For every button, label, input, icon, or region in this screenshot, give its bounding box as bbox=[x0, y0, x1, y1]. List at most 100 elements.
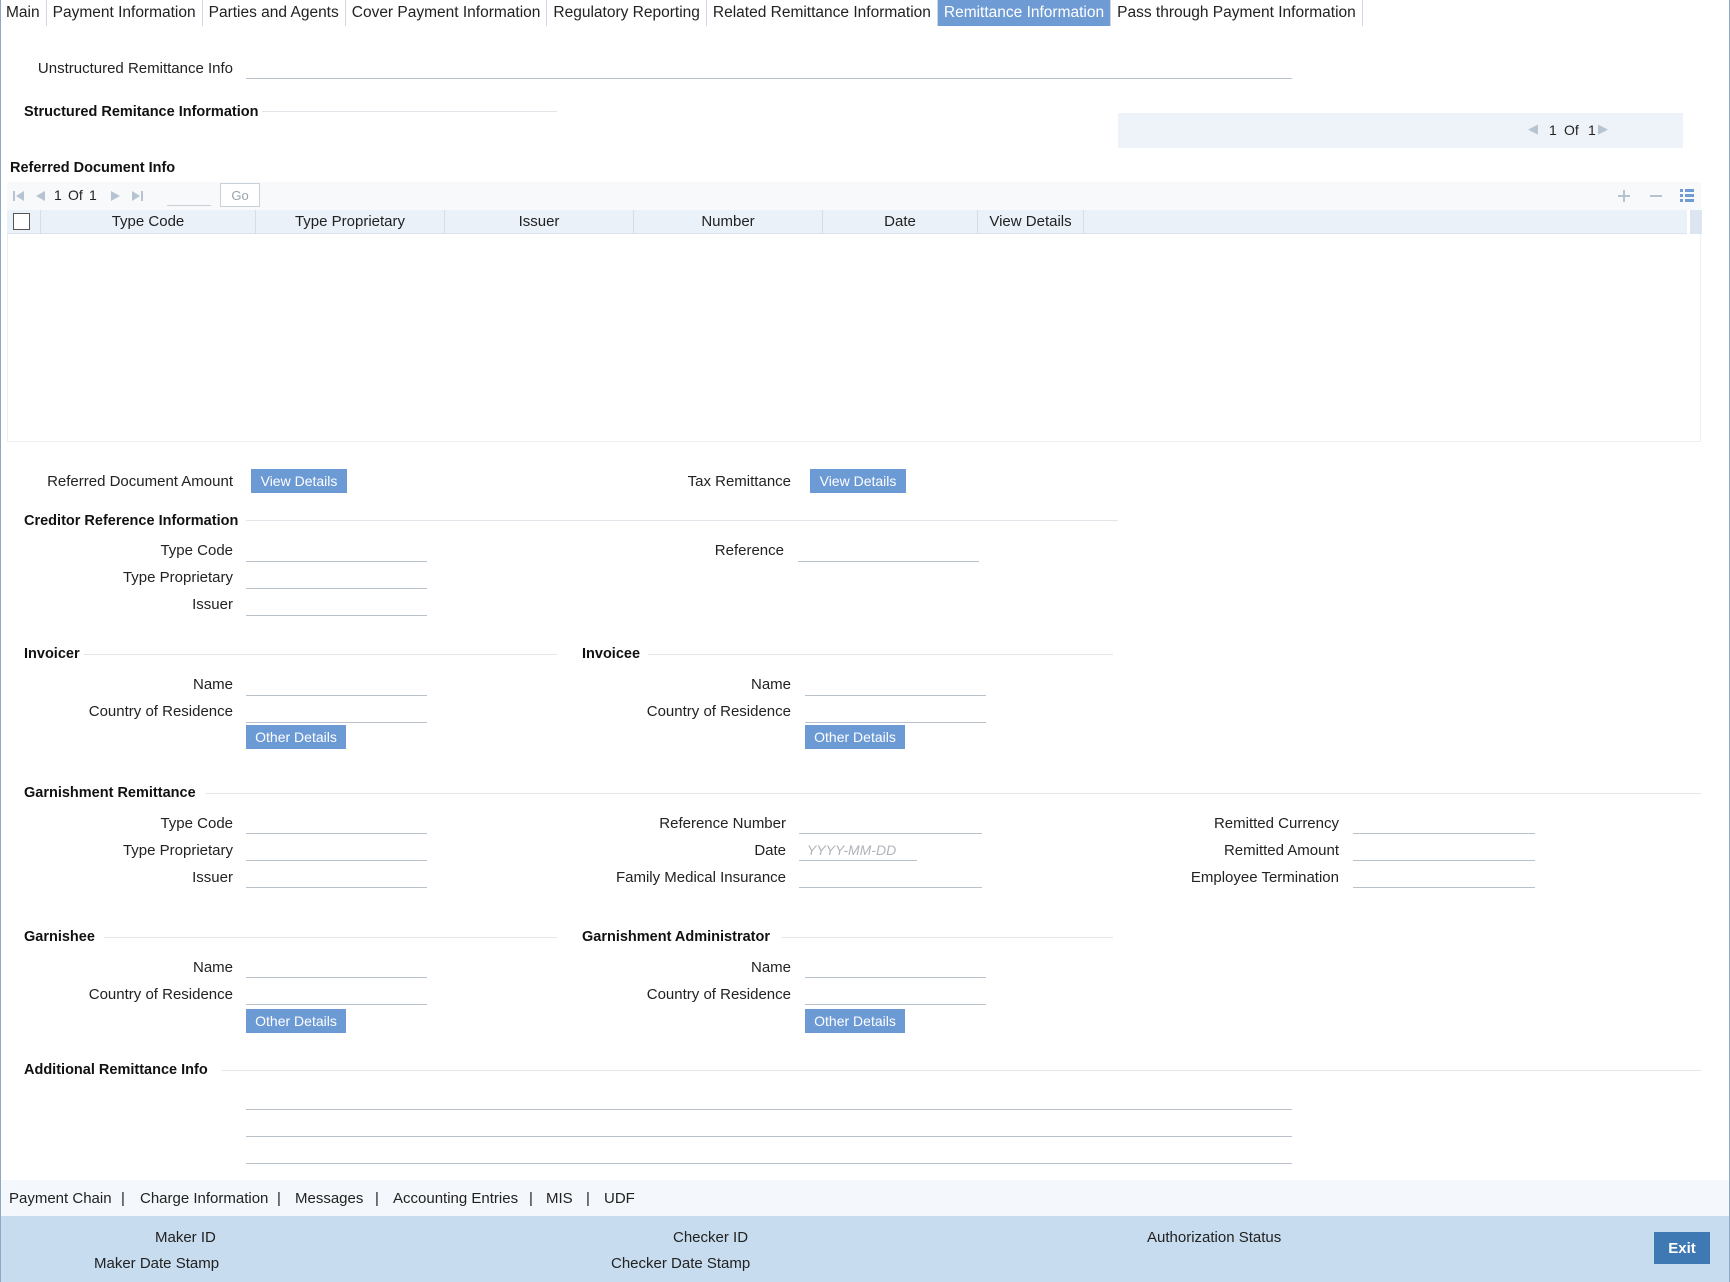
column-header-view-details[interactable]: View Details bbox=[978, 210, 1084, 234]
exit-button[interactable]: Exit bbox=[1654, 1232, 1710, 1264]
next-page-icon[interactable] bbox=[109, 189, 123, 203]
creditor-reference-input[interactable] bbox=[798, 540, 979, 562]
link-charge-information[interactable]: Charge Information bbox=[140, 1190, 268, 1207]
invoicee-country-label: Country of Residence bbox=[646, 703, 791, 720]
creditor-type-proprietary-input[interactable] bbox=[246, 567, 427, 589]
unstructured-remittance-input[interactable] bbox=[246, 57, 1292, 79]
column-header-type-proprietary[interactable]: Type Proprietary bbox=[256, 210, 445, 234]
delete-row-icon[interactable] bbox=[1649, 189, 1663, 203]
garnishee-country-input[interactable] bbox=[246, 983, 427, 1005]
column-settings-icon[interactable] bbox=[1679, 187, 1695, 203]
tab-related-remittance-information[interactable]: Related Remittance Information bbox=[707, 0, 938, 26]
administrator-country-label: Country of Residence bbox=[646, 986, 791, 1003]
garnishment-date-label: Date bbox=[754, 842, 786, 859]
previous-page-icon[interactable] bbox=[33, 189, 47, 203]
invoicer-name-input[interactable] bbox=[246, 674, 427, 696]
garnishment-issuer-label: Issuer bbox=[192, 869, 233, 886]
garnishment-family-medical-input[interactable] bbox=[799, 866, 982, 888]
section-divider bbox=[648, 654, 1113, 655]
garnishment-reference-number-input[interactable] bbox=[799, 812, 982, 834]
garnishment-date-input[interactable] bbox=[799, 839, 917, 861]
section-divider bbox=[84, 654, 557, 655]
grid-pager-of: Of bbox=[68, 187, 83, 203]
invoicer-other-details-button[interactable]: Other Details bbox=[246, 725, 346, 749]
select-all-checkbox[interactable] bbox=[13, 213, 30, 230]
administrator-country-input[interactable] bbox=[805, 983, 986, 1005]
employee-termination-input[interactable] bbox=[1353, 866, 1535, 888]
tab-remittance-information[interactable]: Remittance Information bbox=[937, 0, 1112, 26]
link-separator: | bbox=[121, 1190, 125, 1207]
invoicee-name-input[interactable] bbox=[805, 674, 986, 696]
section-divider bbox=[104, 937, 557, 938]
grid-body bbox=[7, 234, 1701, 442]
garnishment-type-code-label: Type Code bbox=[160, 815, 233, 832]
tab-parties-and-agents[interactable]: Parties and Agents bbox=[203, 0, 346, 26]
link-messages[interactable]: Messages bbox=[295, 1190, 363, 1207]
tab-payment-information[interactable]: Payment Information bbox=[47, 0, 203, 26]
invoicee-country-input[interactable] bbox=[805, 701, 986, 723]
grid-header: Type Code Type Proprietary Issuer Number… bbox=[7, 210, 1687, 234]
referred-amount-view-details-button[interactable]: View Details bbox=[251, 469, 347, 493]
tab-regulatory-reporting[interactable]: Regulatory Reporting bbox=[547, 0, 707, 26]
first-page-icon[interactable] bbox=[12, 189, 26, 203]
garnishment-type-code-input[interactable] bbox=[246, 812, 427, 834]
additional-remittance-line-3[interactable] bbox=[246, 1142, 1292, 1164]
column-header-type-code[interactable]: Type Code bbox=[41, 210, 256, 234]
remitted-amount-label: Remitted Amount bbox=[1223, 842, 1339, 859]
structured-pager-total: 1 bbox=[1588, 122, 1596, 138]
garnishee-other-details-button[interactable]: Other Details bbox=[246, 1009, 346, 1033]
link-udf[interactable]: UDF bbox=[604, 1190, 635, 1207]
invoicer-title: Invoicer bbox=[24, 646, 80, 662]
referred-document-title: Referred Document Info bbox=[10, 160, 176, 176]
grid-page-input[interactable] bbox=[167, 184, 211, 206]
creditor-issuer-input[interactable] bbox=[246, 594, 427, 616]
invoicer-country-input[interactable] bbox=[246, 701, 427, 723]
tab-pass-through-payment-information[interactable]: Pass through Payment Information bbox=[1111, 0, 1363, 26]
bottom-link-bar: Payment Chain | Charge Information | Mes… bbox=[0, 1180, 1730, 1216]
garnishee-name-input[interactable] bbox=[246, 956, 427, 978]
checker-date-stamp-label: Checker Date Stamp bbox=[611, 1255, 751, 1272]
link-accounting-entries[interactable]: Accounting Entries bbox=[393, 1190, 518, 1207]
column-header-number[interactable]: Number bbox=[634, 210, 823, 234]
creditor-reference-title: Creditor Reference Information bbox=[24, 513, 239, 529]
remitted-currency-input[interactable] bbox=[1353, 812, 1535, 834]
column-header-date[interactable]: Date bbox=[823, 210, 978, 234]
grid-pager-total: 1 bbox=[89, 187, 97, 203]
administrator-name-input[interactable] bbox=[805, 956, 986, 978]
column-header-issuer[interactable]: Issuer bbox=[445, 210, 634, 234]
next-record-icon[interactable]: ▶ bbox=[1598, 121, 1608, 137]
add-row-icon[interactable] bbox=[1617, 189, 1631, 203]
previous-record-icon[interactable]: ◀ bbox=[1528, 121, 1538, 137]
maker-id-label: Maker ID bbox=[155, 1229, 216, 1246]
administrator-other-details-button[interactable]: Other Details bbox=[805, 1009, 905, 1033]
tab-main[interactable]: Main bbox=[0, 0, 47, 26]
invoicee-other-details-button[interactable]: Other Details bbox=[805, 725, 905, 749]
link-payment-chain[interactable]: Payment Chain bbox=[9, 1190, 112, 1207]
tax-remittance-view-details-button[interactable]: View Details bbox=[810, 469, 906, 493]
link-mis[interactable]: MIS bbox=[546, 1190, 573, 1207]
garnishment-issuer-input[interactable] bbox=[246, 866, 427, 888]
section-divider bbox=[262, 111, 557, 112]
authorization-status-label: Authorization Status bbox=[1147, 1229, 1282, 1246]
garnishment-type-proprietary-input[interactable] bbox=[246, 839, 427, 861]
remitted-currency-label: Remitted Currency bbox=[1213, 815, 1339, 832]
section-divider bbox=[222, 1070, 1701, 1071]
section-divider bbox=[206, 793, 1701, 794]
grid-toolbar: 1 Of 1 Go bbox=[7, 182, 1701, 210]
unstructured-remittance-label: Unstructured Remittance Info bbox=[37, 60, 233, 77]
grid-scrollbar[interactable] bbox=[1690, 210, 1702, 234]
additional-remittance-line-1[interactable] bbox=[246, 1088, 1292, 1110]
garnishment-reference-number-label: Reference Number bbox=[659, 815, 786, 832]
additional-remittance-line-2[interactable] bbox=[246, 1115, 1292, 1137]
go-button[interactable]: Go bbox=[220, 183, 260, 207]
remitted-amount-input[interactable] bbox=[1353, 839, 1535, 861]
section-divider bbox=[782, 937, 1113, 938]
structured-pager-panel: ◀ 1 Of 1 ▶ bbox=[1118, 113, 1683, 148]
last-page-icon[interactable] bbox=[130, 189, 144, 203]
creditor-issuer-label: Issuer bbox=[192, 596, 233, 613]
structured-pager-of: Of bbox=[1564, 122, 1579, 138]
creditor-type-code-input[interactable] bbox=[246, 540, 427, 562]
tab-cover-payment-information[interactable]: Cover Payment Information bbox=[346, 0, 548, 26]
structured-pager-current: 1 bbox=[1549, 122, 1557, 138]
employee-termination-label: Employee Termination bbox=[1190, 869, 1339, 886]
